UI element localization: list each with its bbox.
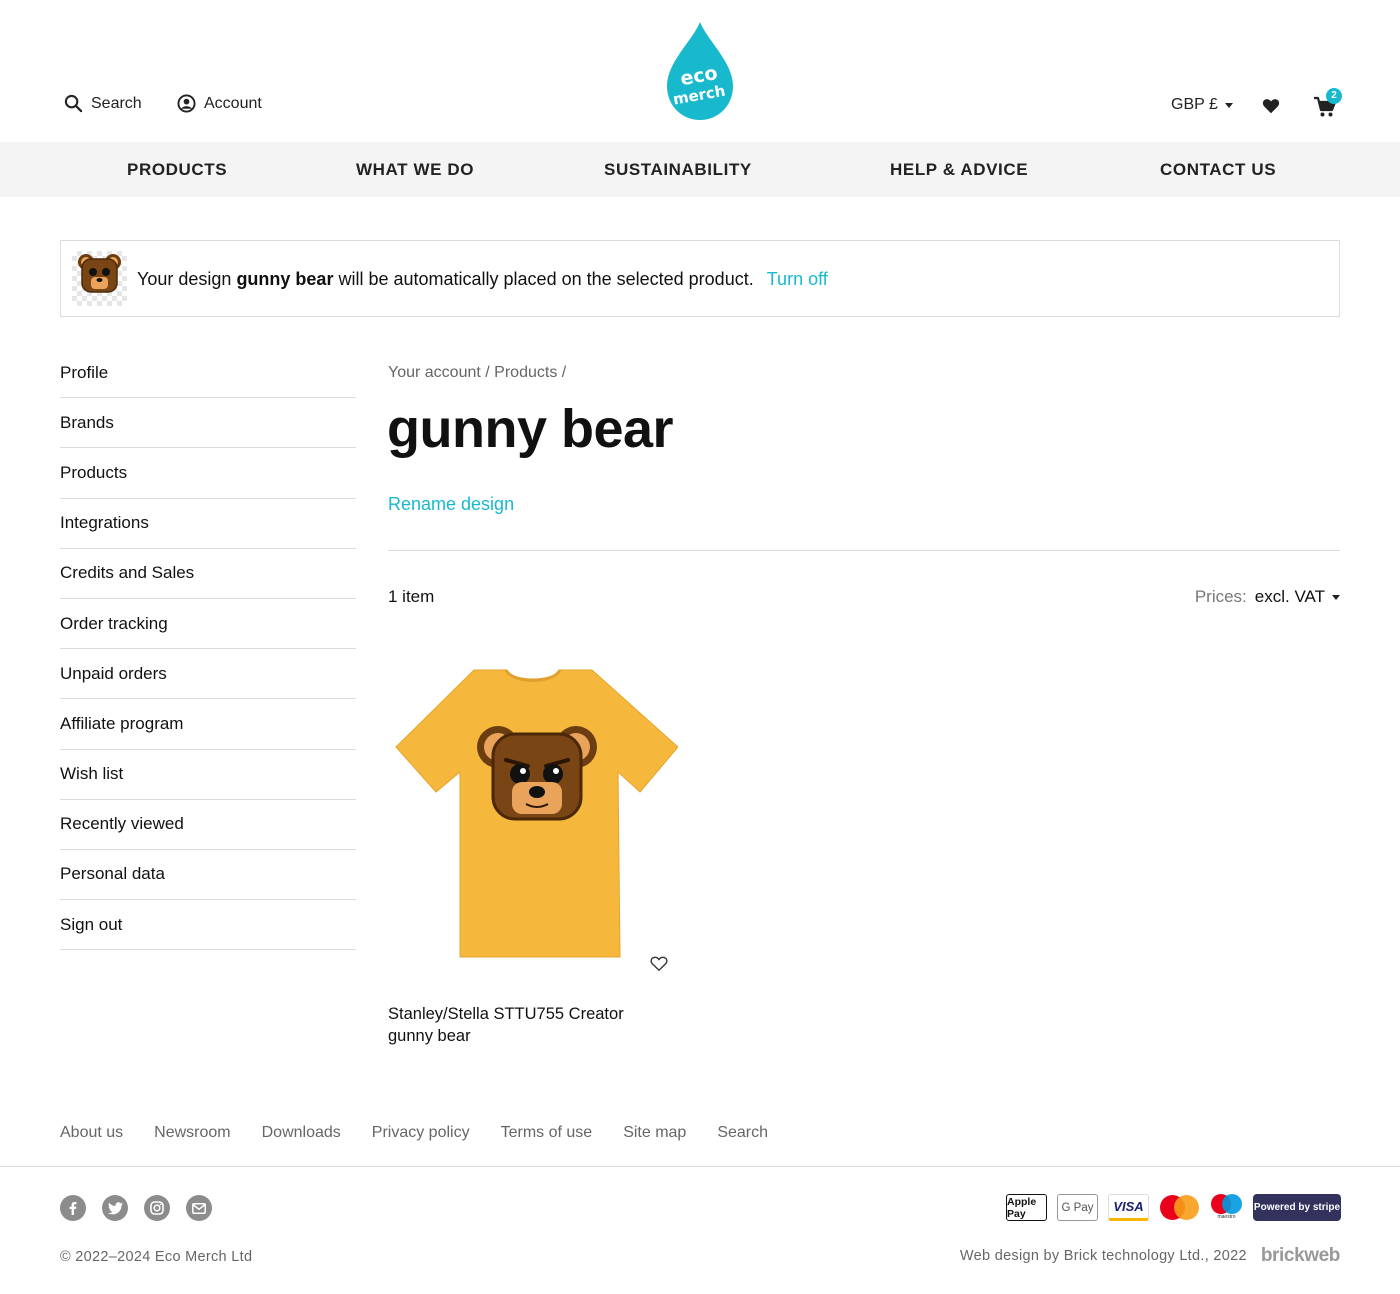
brickweb-logo[interactable]: brickweb [1261,1245,1341,1267]
footer-link-newsroom[interactable]: Newsroom [154,1124,230,1142]
stripe-label: Powered by stripe [1253,1202,1341,1213]
page-title: gunny bear [387,399,674,459]
maestro-label: maestro [1217,1214,1236,1220]
stripe-badge: Powered by stripe [1253,1194,1341,1221]
search-icon [64,94,83,113]
google-pay-label: G Pay [1061,1201,1094,1214]
currency-selector[interactable]: GBP £ [1171,96,1233,114]
product-name: Stanley/Stella STTU755 Creator gunny bea… [388,1003,688,1047]
breadcrumb-products[interactable]: Products [494,364,557,381]
banner-message: Your design gunny bear will be automatic… [137,269,828,290]
eco-merch-logo[interactable]: eco merch [665,20,735,122]
sidebar-item-integrations[interactable]: Integrations [60,499,356,549]
sidebar-item-affiliate-program[interactable]: Affiliate program [60,699,356,750]
section-divider [388,550,1340,551]
cart-count-badge: 2 [1326,88,1342,104]
design-placement-banner: Your design gunny bear will be automatic… [60,240,1340,317]
account-link[interactable]: Account [177,94,262,113]
caret-down-icon [1332,594,1340,600]
sidebar-item-wish-list[interactable]: Wish list [60,750,356,800]
credit-text[interactable]: Web design by Brick technology Ltd., 202… [960,1248,1247,1264]
caret-down-icon [1224,102,1233,108]
copyright: © 2022–2024 Eco Merch Ltd [60,1249,253,1265]
maestro-icon: maestro [1210,1194,1243,1221]
apple-pay-icon: Apple Pay [1006,1194,1047,1221]
search-label: Search [91,94,142,112]
footer-links: About us Newsroom Downloads Privacy poli… [60,1124,768,1142]
account-label: Account [204,94,262,112]
banner-design-name: gunny bear [236,269,334,289]
currency-value: GBP £ [1171,96,1218,113]
footer-link-terms-of-use[interactable]: Terms of use [501,1124,593,1142]
tshirt-product-image [395,669,678,958]
sidebar-item-personal-data[interactable]: Personal data [60,850,356,901]
visa-label: VISA [1113,1199,1144,1214]
nav-sustainability[interactable]: SUSTAINABILITY [604,160,752,180]
main-nav: PRODUCTS WHAT WE DO SUSTAINABILITY HELP … [0,142,1400,197]
sidebar-item-unpaid-orders[interactable]: Unpaid orders [60,649,356,700]
breadcrumb-your-account[interactable]: Your account [388,364,481,381]
product-name-line1: Stanley/Stella STTU755 Creator [388,1005,624,1023]
payment-methods: Apple Pay G Pay VISA maestro Powered by … [1006,1194,1341,1221]
design-thumbnail [72,251,127,306]
prices-value: excl. VAT [1254,587,1325,606]
nav-products[interactable]: PRODUCTS [127,160,227,180]
site-header: Search Account eco merch GBP £ 2 [0,0,1400,142]
footer-divider [0,1166,1400,1167]
prices-vat-selector: Prices: excl. VAT [1195,587,1340,607]
footer-link-site-map[interactable]: Site map [623,1124,686,1142]
apple-pay-label: Apple Pay [1007,1195,1037,1220]
visa-icon: VISA [1108,1194,1149,1221]
turn-off-link[interactable]: Turn off [767,269,828,289]
social-links [60,1195,212,1221]
sidebar-item-profile[interactable]: Profile [60,348,356,399]
prices-label: Prices: [1194,587,1247,606]
nav-contact-us[interactable]: CONTACT US [1160,160,1276,180]
designer-credit: Web design by Brick technology Ltd., 202… [960,1245,1340,1267]
google-pay-icon: G Pay [1057,1194,1098,1221]
sidebar-item-recently-viewed[interactable]: Recently viewed [60,800,356,850]
breadcrumb: Your account / Products / [388,364,566,382]
breadcrumb-separator: / [485,364,490,381]
facebook-icon[interactable] [60,1195,86,1221]
instagram-icon[interactable] [144,1195,170,1221]
banner-suffix: will be automatically placed on the sele… [338,269,754,289]
nav-help-advice[interactable]: HELP & ADVICE [890,160,1028,180]
banner-prefix: Your design [137,269,232,289]
rename-design-link[interactable]: Rename design [388,494,514,515]
footer-link-downloads[interactable]: Downloads [262,1124,341,1142]
footer-link-search[interactable]: Search [717,1124,768,1142]
sidebar-item-sign-out[interactable]: Sign out [60,900,356,951]
account-sidebar: Profile Brands Products Integrations Cre… [60,348,356,951]
twitter-icon[interactable] [102,1195,128,1221]
mastercard-icon [1159,1194,1200,1221]
footer-link-about-us[interactable]: About us [60,1124,123,1142]
search-link[interactable]: Search [64,94,142,113]
sidebar-item-brands[interactable]: Brands [60,398,356,449]
wishlist-heart-icon[interactable] [1262,97,1280,115]
product-name-line2: gunny bear [388,1027,471,1045]
account-icon [177,94,196,113]
wishlist-heart-icon[interactable] [650,956,668,972]
breadcrumb-separator: / [561,364,567,381]
sidebar-item-credits-sales[interactable]: Credits and Sales [60,549,356,599]
email-icon[interactable] [186,1195,212,1221]
footer-link-privacy-policy[interactable]: Privacy policy [372,1124,470,1142]
bear-design-image [78,254,121,293]
sidebar-item-products[interactable]: Products [60,448,356,499]
nav-what-we-do[interactable]: WHAT WE DO [356,160,474,180]
prices-vat-dropdown[interactable]: excl. VAT [1255,587,1340,607]
item-count: 1 item [388,587,435,606]
sidebar-item-order-tracking[interactable]: Order tracking [60,599,356,650]
